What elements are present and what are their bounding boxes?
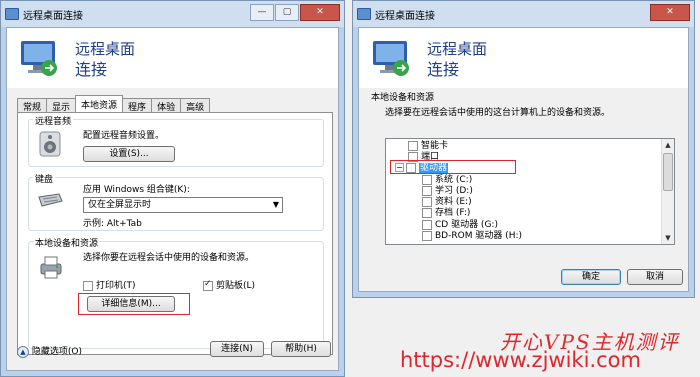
title-bar[interactable]: 远程桌面连接 ✕: [353, 1, 694, 27]
tree-item-label: CD 驱动器 (G:): [435, 220, 498, 230]
key-combo-example: 示例: Alt+Tab: [83, 219, 142, 229]
header-title-line2: 连接: [427, 60, 460, 79]
tab-display[interactable]: 显示: [46, 98, 77, 113]
tab-advanced[interactable]: 高级: [180, 98, 211, 113]
tree-item-label: BD-ROM 驱动器 (H:): [435, 231, 522, 241]
maximize-button[interactable]: ▢: [275, 4, 299, 21]
cancel-button[interactable]: 取消: [627, 269, 683, 285]
printer-checkbox[interactable]: [83, 280, 93, 291]
connect-button[interactable]: 连接(N): [210, 341, 264, 357]
keyboard-group: 键盘 应用 Windows 组合键(K): 仅在全屏显示时 ▼ 示例: Alt+…: [28, 172, 324, 231]
printer-checkbox-row[interactable]: 打印机(T): [83, 278, 136, 291]
hide-options-toggle[interactable]: ▲ 隐藏选项(O): [17, 344, 82, 358]
chevron-down-icon: ▼: [272, 200, 279, 209]
local-devices-description: 选择要在远程会话中使用的这台计算机上的设备和资源。: [385, 108, 611, 118]
remote-desktop-monitor-icon: [21, 41, 57, 76]
remote-desktop-app-icon: [5, 8, 19, 20]
remote-audio-group: 远程音频 配置远程音频设置。 设置(S)...: [28, 114, 324, 167]
title-bar[interactable]: 远程桌面连接 — ▢ ✕: [1, 1, 344, 27]
windows-key-combo-value: 仅在全屏显示时: [88, 200, 152, 210]
tree-item-checkbox[interactable]: [408, 140, 418, 151]
clipboard-checkbox-row[interactable]: 剪贴板(L): [203, 278, 255, 291]
tree-item-label: 资料 (E:): [435, 197, 472, 207]
keyboard-group-title: 键盘: [33, 172, 56, 185]
scroll-down-icon[interactable]: ▼: [662, 232, 674, 244]
scroll-thumb[interactable]: [663, 153, 673, 191]
remote-desktop-window-main: 远程桌面连接 — ▢ ✕ 远程桌面 连接 常规 显示 本地资源 程序 体验 高级…: [0, 0, 345, 377]
remote-desktop-window-details: 远程桌面连接 ✕ 远程桌面 连接 本地设备和资源 选择要在远程会话中使用的这台计…: [352, 0, 695, 298]
header-title-line2: 连接: [75, 60, 108, 79]
help-button[interactable]: 帮助(H): [271, 341, 331, 357]
audio-description: 配置远程音频设置。: [83, 131, 165, 141]
tree-item-label: 系统 (C:): [435, 175, 473, 185]
windows-key-combo-label: 应用 Windows 组合键(K):: [83, 185, 190, 195]
local-devices-description: 选择你要在远程会话中使用的设备和资源。: [83, 253, 255, 263]
windows-key-combo-dropdown[interactable]: 仅在全屏显示时 ▼: [83, 197, 283, 213]
keyboard-icon: [38, 193, 63, 207]
minimize-button[interactable]: —: [250, 4, 274, 21]
clipboard-checkbox-label: 剪贴板(L): [216, 281, 256, 291]
details-highlight-box: [78, 293, 190, 315]
tree-item[interactable]: 存档 (F:): [422, 207, 470, 219]
close-button[interactable]: ✕: [650, 4, 690, 21]
tree-item[interactable]: BD-ROM 驱动器 (H:): [422, 230, 522, 242]
remote-desktop-app-icon: [357, 8, 371, 20]
chevron-up-icon: ▲: [17, 345, 29, 358]
window-client-area: 远程桌面 连接 常规 显示 本地资源 程序 体验 高级 远程音频 配置远程音频设…: [6, 27, 339, 371]
drives-highlight-box: [390, 160, 516, 174]
watermark-url: https://www.zjwiki.com: [400, 348, 641, 372]
clipboard-checkbox[interactable]: [203, 279, 213, 291]
remote-desktop-monitor-icon: [373, 41, 409, 76]
local-devices-group: 本地设备和资源 选择你要在远程会话中使用的设备和资源。 打印机(T) 剪贴板(L…: [28, 236, 324, 349]
printer-devices-icon: [40, 256, 62, 279]
tree-item-checkbox[interactable]: [422, 185, 432, 196]
tab-general[interactable]: 常规: [17, 98, 48, 113]
tree-item-checkbox[interactable]: [422, 196, 432, 207]
window-client-area: 远程桌面 连接 本地设备和资源 选择要在远程会话中使用的这台计算机上的设备和资源…: [358, 27, 689, 292]
speaker-icon: [39, 131, 61, 157]
hide-options-label: 隐藏选项(O): [31, 347, 82, 357]
tab-experience[interactable]: 体验: [151, 98, 182, 113]
tree-item-checkbox[interactable]: [422, 174, 432, 185]
tree-item-checkbox[interactable]: [422, 230, 432, 241]
tab-programs[interactable]: 程序: [122, 98, 153, 113]
tree-item-label: 存档 (F:): [435, 208, 471, 218]
printer-checkbox-label: 打印机(T): [96, 281, 136, 291]
tree-item-checkbox[interactable]: [422, 207, 432, 218]
tree-item-checkbox[interactable]: [422, 219, 432, 230]
local-devices-group-title: 本地设备和资源: [33, 236, 101, 249]
audio-settings-button[interactable]: 设置(S)...: [83, 146, 175, 162]
window-title: 远程桌面连接: [23, 10, 83, 22]
tree-scrollbar[interactable]: ▲ ▼: [661, 139, 674, 244]
local-resources-panel: 远程音频 配置远程音频设置。 设置(S)... 键盘 应用 Windows 组合…: [17, 112, 333, 355]
close-button[interactable]: ✕: [300, 4, 340, 21]
tab-local-resources[interactable]: 本地资源: [75, 95, 124, 112]
device-tree[interactable]: 智能卡 端口 − 驱动器 系统 (C:) 学习 (D:) 资料 (E:) 存档 (…: [385, 138, 675, 245]
header-banner: 远程桌面 连接: [7, 28, 338, 88]
local-devices-group-title: 本地设备和资源: [371, 93, 435, 103]
scroll-up-icon[interactable]: ▲: [662, 139, 674, 151]
tree-item-label: 智能卡: [421, 141, 449, 151]
tab-strip: 常规 显示 本地资源 程序 体验 高级: [17, 95, 211, 113]
ok-button[interactable]: 确定: [561, 269, 621, 285]
header-banner: 远程桌面 连接: [359, 28, 688, 88]
window-title: 远程桌面连接: [375, 10, 435, 22]
tree-item-label: 学习 (D:): [435, 186, 473, 196]
remote-audio-group-title: 远程音频: [33, 114, 74, 127]
